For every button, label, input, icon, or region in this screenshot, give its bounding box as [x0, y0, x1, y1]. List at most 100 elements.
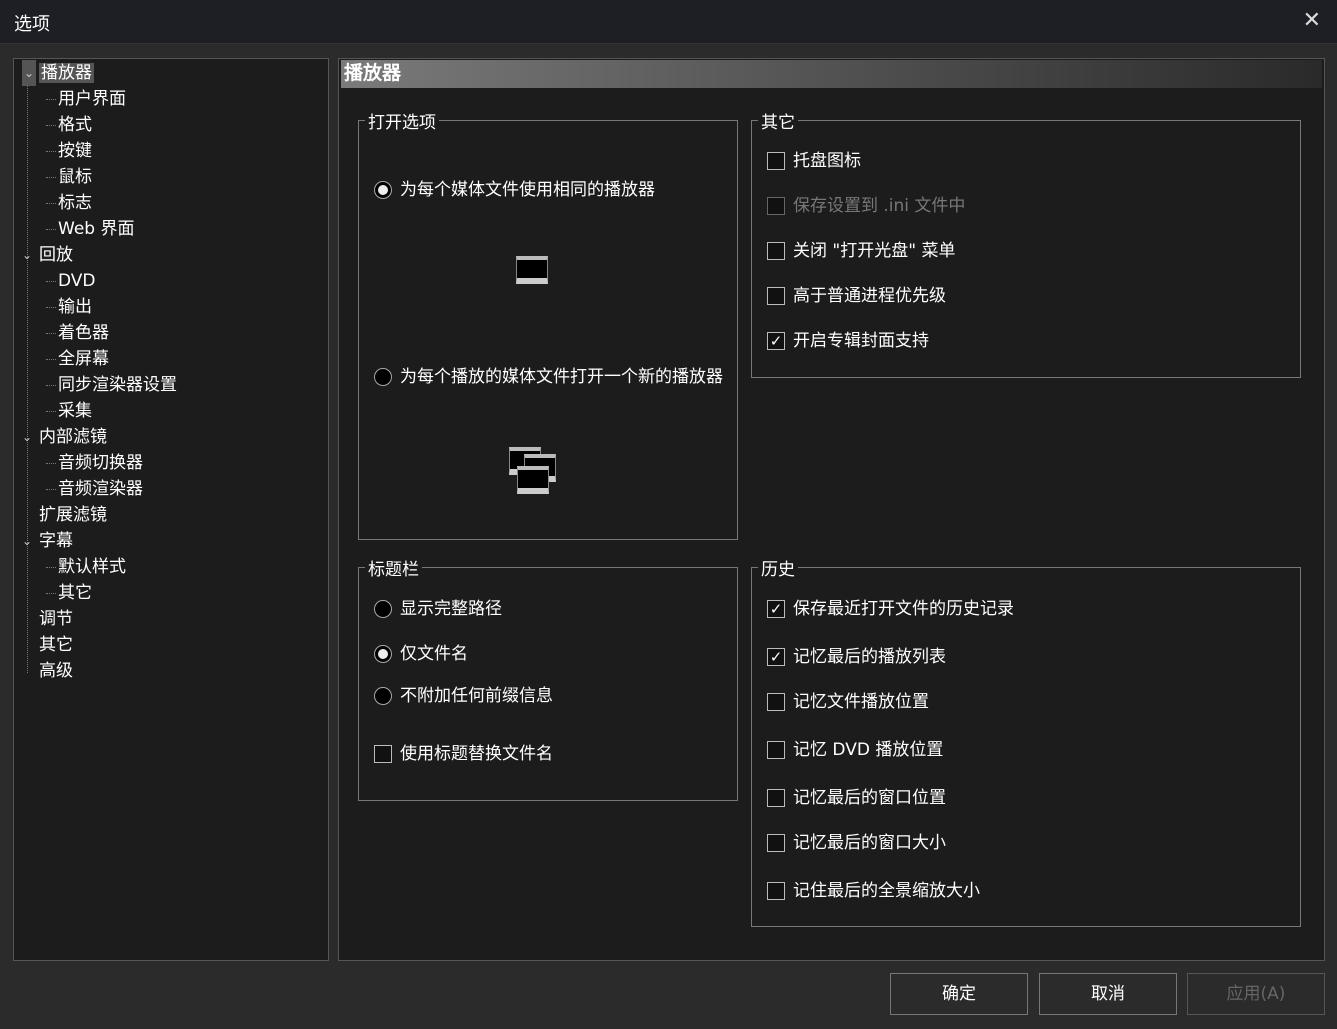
tree-item[interactable]: 全屏幕	[46, 346, 109, 372]
tree-item[interactable]: 按键	[46, 138, 92, 164]
tree-item-label: 输出	[58, 297, 92, 317]
option-label: 关闭 "打开光盘" 菜单	[793, 241, 956, 261]
option-label: 记忆最后的窗口大小	[793, 833, 946, 853]
checkbox[interactable]	[767, 789, 785, 807]
tree-item-label: Web 界面	[58, 219, 135, 239]
cancel-button[interactable]: 取消	[1039, 973, 1177, 1015]
chevron-down-icon[interactable]: ⌄	[22, 528, 32, 554]
tree-item-label: 高级	[39, 661, 73, 681]
use-title-checkbox[interactable]: 使用标题替换文件名	[374, 742, 553, 766]
checkbox[interactable]	[767, 152, 785, 170]
checkbox-option[interactable]: 保存设置到 .ini 文件中	[767, 194, 965, 218]
chevron-down-icon[interactable]: ⌄	[22, 242, 32, 268]
other-group: 其它 托盘图标 保存设置到 .ini 文件中 关闭 "打开光盘" 菜单 高于普通进程优…	[751, 108, 1301, 378]
chevron-down-icon[interactable]: ⌄	[22, 60, 37, 86]
option-label: 保存设置到 .ini 文件中	[793, 196, 966, 216]
tree-item[interactable]: ⌄ 字幕	[22, 528, 73, 554]
tree-item-label: 音频渲染器	[58, 479, 143, 499]
same-player-radio[interactable]: 为每个媒体文件使用相同的播放器	[374, 178, 655, 202]
ok-button[interactable]: 确定	[890, 973, 1028, 1015]
tree-item[interactable]: 标志	[46, 190, 92, 216]
option-label: 仅文件名	[400, 644, 468, 664]
radio-option[interactable]: 显示完整路径	[374, 597, 502, 621]
single-player-icon	[516, 256, 548, 284]
tree-item[interactable]: DVD	[46, 268, 96, 294]
tree-item[interactable]: 扩展滤镜	[39, 502, 107, 528]
checkbox[interactable]	[767, 693, 785, 711]
tree-item[interactable]: 默认样式	[46, 554, 126, 580]
chevron-down-icon[interactable]: ⌄	[22, 424, 32, 450]
checkbox[interactable]	[374, 745, 392, 763]
checkbox-option[interactable]: ✓ 开启专辑封面支持	[767, 329, 929, 353]
group-title: 历史	[758, 555, 798, 580]
close-icon[interactable]: ✕	[1303, 8, 1321, 33]
tree-item[interactable]: 其它	[46, 580, 92, 606]
checkbox-option[interactable]: 记忆最后的窗口位置	[767, 786, 946, 810]
option-label: 为每个媒体文件使用相同的播放器	[400, 180, 655, 200]
checkbox-option[interactable]: 记忆 DVD 播放位置	[767, 738, 943, 762]
tree-item[interactable]: 音频渲染器	[46, 476, 143, 502]
checkbox[interactable]	[767, 242, 785, 260]
radio-indicator[interactable]	[374, 600, 392, 618]
title-bar: 选项 ✕	[0, 0, 1337, 44]
tree-item-label: 播放器	[39, 63, 94, 83]
checkbox[interactable]	[767, 741, 785, 759]
checkbox[interactable]	[767, 287, 785, 305]
radio-option[interactable]: 不附加任何前缀信息	[374, 684, 553, 708]
tree-item[interactable]: Web 界面	[46, 216, 135, 242]
tree-item[interactable]: 音频切换器	[46, 450, 143, 476]
option-label: 开启专辑封面支持	[793, 331, 929, 351]
checkbox-option[interactable]: 记住最后的全景缩放大小	[767, 879, 980, 903]
option-label: 记住最后的全景缩放大小	[793, 881, 980, 901]
option-label: 记忆最后的窗口位置	[793, 788, 946, 808]
checkbox[interactable]: ✓	[767, 332, 785, 350]
radio-option[interactable]: 仅文件名	[374, 642, 468, 666]
checkbox[interactable]	[767, 834, 785, 852]
tree-item[interactable]: 其它	[39, 632, 73, 658]
tree-item-label: 默认样式	[58, 557, 126, 577]
tree-item-label: 按键	[58, 141, 92, 161]
tree-item[interactable]: 调节	[39, 606, 73, 632]
tree-item[interactable]: 采集	[46, 398, 92, 424]
checkbox[interactable]: ✓	[767, 600, 785, 618]
checkbox-option[interactable]: 记忆最后的窗口大小	[767, 831, 946, 855]
option-label: 高于普通进程优先级	[793, 286, 946, 306]
tree-item[interactable]: ⌄ 回放	[22, 242, 73, 268]
radio-indicator[interactable]	[374, 368, 392, 386]
option-label: 记忆 DVD 播放位置	[793, 740, 944, 760]
checkbox[interactable]: ✓	[767, 648, 785, 666]
checkbox-option[interactable]: ✓ 保存最近打开文件的历史记录	[767, 597, 1014, 621]
apply-button[interactable]: 应用(A)	[1187, 973, 1325, 1015]
checkbox[interactable]	[767, 197, 785, 215]
tree-item[interactable]: 高级	[39, 658, 73, 684]
tree-item[interactable]: 用户界面	[46, 86, 126, 112]
tree-item-label: DVD	[58, 271, 96, 291]
tree-item[interactable]: 同步渲染器设置	[46, 372, 177, 398]
tree-item[interactable]: 鼠标	[46, 164, 92, 190]
checkbox[interactable]	[767, 882, 785, 900]
tree-item-label: 鼠标	[58, 167, 92, 187]
tree-item-label: 采集	[58, 401, 92, 421]
checkbox-option[interactable]: ✓ 记忆最后的播放列表	[767, 645, 946, 669]
tree-item-label: 其它	[58, 583, 92, 603]
option-label: 为每个播放的媒体文件打开一个新的播放器	[400, 367, 723, 387]
tree-item[interactable]: ⌄ 内部滤镜	[22, 424, 107, 450]
checkbox-option[interactable]: 托盘图标	[767, 149, 861, 173]
tree-item[interactable]: ⌄ 播放器	[22, 60, 94, 86]
new-player-radio[interactable]: 为每个播放的媒体文件打开一个新的播放器	[374, 365, 724, 389]
tree-item-label: 其它	[39, 635, 73, 655]
checkbox-option[interactable]: 关闭 "打开光盘" 菜单	[767, 239, 955, 263]
tree-item-label: 字幕	[39, 531, 73, 551]
radio-indicator[interactable]	[374, 687, 392, 705]
radio-indicator[interactable]	[374, 645, 392, 663]
tree-item-label: 内部滤镜	[39, 427, 107, 447]
option-label: 保存最近打开文件的历史记录	[793, 599, 1014, 619]
tree-item[interactable]: 输出	[46, 294, 92, 320]
checkbox-option[interactable]: 记忆文件播放位置	[767, 690, 929, 714]
tree-item-label: 着色器	[58, 323, 109, 343]
tree-item[interactable]: 格式	[46, 112, 92, 138]
tree-item[interactable]: 着色器	[46, 320, 109, 346]
option-label: 使用标题替换文件名	[400, 744, 553, 764]
checkbox-option[interactable]: 高于普通进程优先级	[767, 284, 946, 308]
radio-indicator[interactable]	[374, 181, 392, 199]
